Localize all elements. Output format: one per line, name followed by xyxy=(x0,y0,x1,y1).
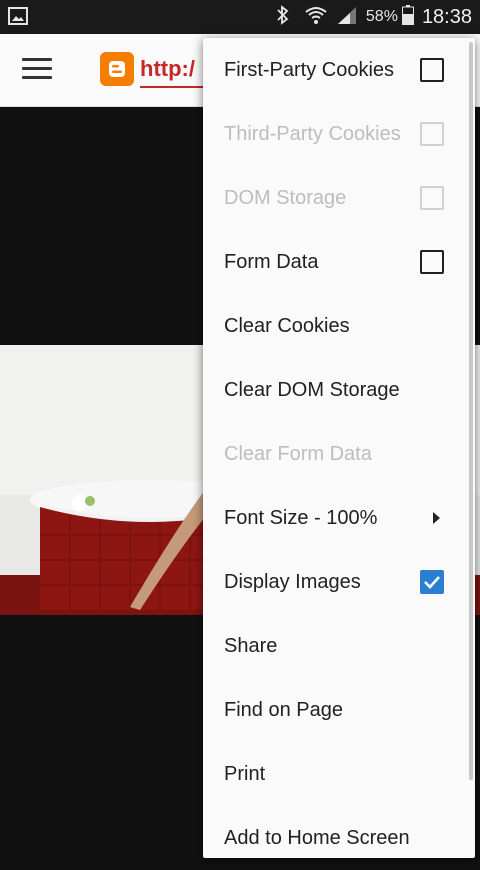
status-bar: 58% 18:38 xyxy=(0,0,480,34)
menu-item-form-data[interactable]: Form Data xyxy=(203,230,475,294)
menu-item-add-to-home-screen[interactable]: Add to Home Screen xyxy=(203,806,475,870)
first-party-cookies-checkbox[interactable] xyxy=(420,58,444,82)
checkmark-icon xyxy=(424,576,440,589)
display-images-checkbox[interactable] xyxy=(420,570,444,594)
menu-item-label: Clear Cookies xyxy=(224,314,350,337)
submenu-arrow-icon xyxy=(433,512,440,524)
menu-item-label: First-Party Cookies xyxy=(224,58,395,81)
menu-item-font-size[interactable]: Font Size - 100% xyxy=(203,486,475,550)
form-data-checkbox[interactable] xyxy=(420,250,444,274)
dom-storage-checkbox xyxy=(420,186,444,210)
blogger-favicon-icon xyxy=(100,52,134,86)
menu-item-display-images[interactable]: Display Images xyxy=(203,550,475,614)
menu-item-label: Clear Form Data xyxy=(224,442,372,465)
menu-item-dom-storage: DOM Storage xyxy=(203,166,475,230)
menu-item-label: Add to Home Screen xyxy=(224,826,410,849)
battery-percent: 58% xyxy=(365,8,398,25)
menu-scrollbar[interactable] xyxy=(469,42,473,780)
menu-item-first-party-cookies[interactable]: First-Party Cookies xyxy=(203,38,475,102)
menu-item-find-on-page[interactable]: Find on Page xyxy=(203,678,475,742)
menu-item-label: Display Images xyxy=(224,570,361,593)
menu-item-label: Form Data xyxy=(224,250,319,273)
menu-item-print[interactable]: Print xyxy=(203,742,475,806)
menu-item-label: Find on Page xyxy=(224,698,343,721)
menu-item-clear-form-data: Clear Form Data xyxy=(203,422,475,486)
menu-item-label: DOM Storage xyxy=(224,186,347,209)
wifi-icon xyxy=(304,5,328,30)
menu-item-label: Clear DOM Storage xyxy=(224,378,400,401)
status-clock: 18:38 xyxy=(421,5,472,28)
menu-item-label: Third-Party Cookies xyxy=(224,122,401,145)
overflow-menu: First-Party Cookies Third-Party Cookies … xyxy=(203,38,475,858)
menu-item-share[interactable]: Share xyxy=(203,614,475,678)
menu-item-label: Font Size - 100% xyxy=(224,506,378,529)
signal-strength-icon xyxy=(336,5,358,30)
third-party-cookies-checkbox xyxy=(420,122,444,146)
hamburger-menu-icon[interactable] xyxy=(22,58,52,82)
menu-item-label: Print xyxy=(224,762,266,785)
gallery-notification-icon xyxy=(8,7,28,30)
bluetooth-icon xyxy=(276,4,290,30)
menu-item-clear-dom-storage[interactable]: Clear DOM Storage xyxy=(203,358,475,422)
battery-icon xyxy=(401,4,414,30)
menu-item-label: Share xyxy=(224,634,278,657)
menu-item-third-party-cookies: Third-Party Cookies xyxy=(203,102,475,166)
menu-item-clear-cookies[interactable]: Clear Cookies xyxy=(203,294,475,358)
